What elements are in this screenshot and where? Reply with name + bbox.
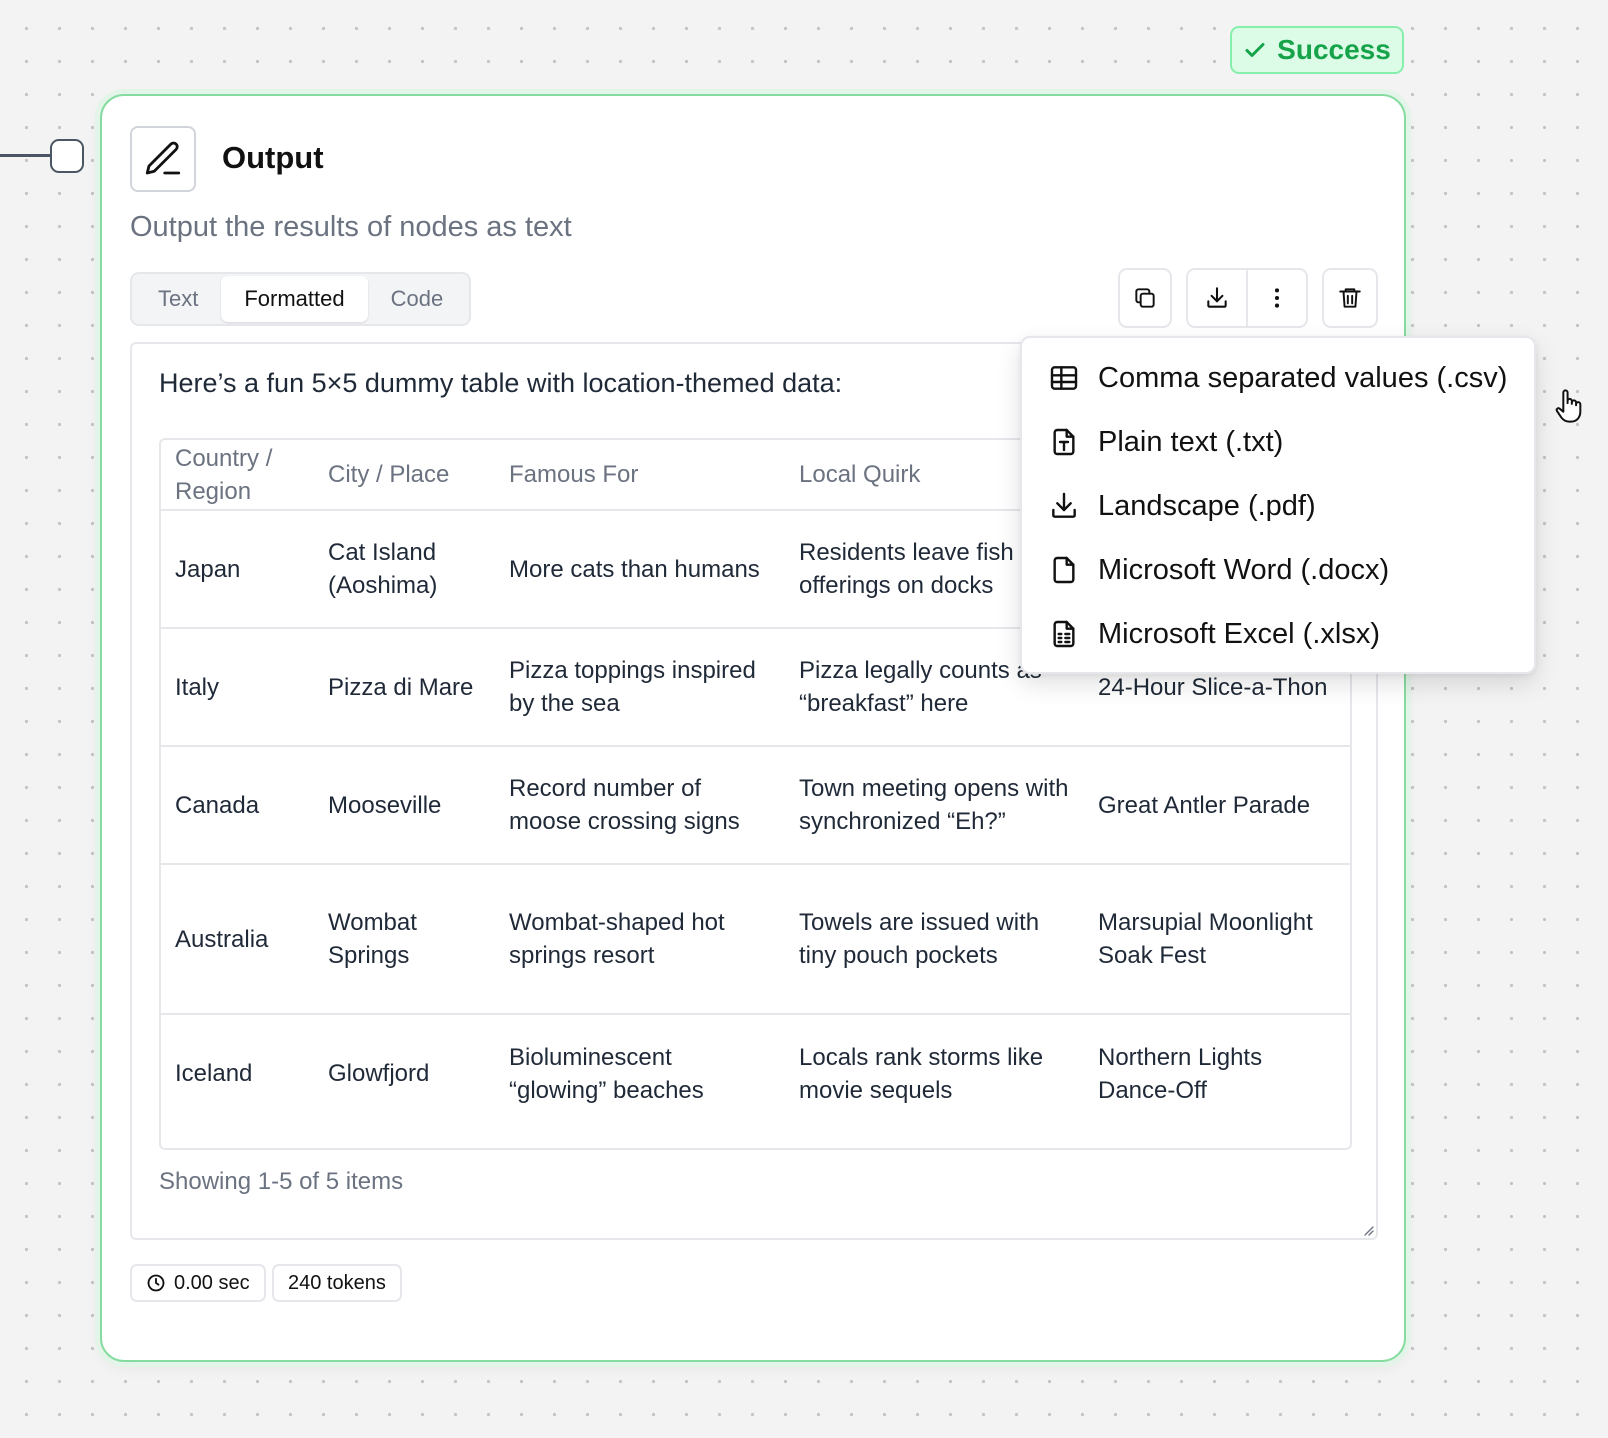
status-label: Success	[1277, 34, 1391, 65]
menu-item-docx[interactable]: Microsoft Word (.docx)	[1022, 538, 1534, 602]
table-cell: Iceland	[161, 1013, 314, 1132]
view-tabs: Text Formatted Code	[130, 272, 472, 326]
download-icon	[1207, 287, 1227, 308]
download-button[interactable]	[1188, 270, 1246, 326]
token-count: 240 tokens	[288, 1271, 386, 1294]
table-cell: Glowfjord	[314, 1013, 495, 1132]
tab-text[interactable]: Text	[135, 276, 221, 322]
execution-time: 0.00 sec	[174, 1271, 250, 1294]
trash-icon	[1339, 288, 1361, 308]
menu-item-txt[interactable]: Plain text (.txt)	[1022, 410, 1534, 474]
node-icon-box	[130, 126, 196, 192]
more-vertical-icon	[1274, 288, 1280, 308]
connection-edge	[0, 154, 52, 157]
table-cell: Pizza di Mare	[314, 627, 495, 746]
menu-item-label: Microsoft Word (.docx)	[1098, 553, 1390, 586]
menu-item-label: Comma separated values (.csv)	[1098, 361, 1508, 394]
copy-button[interactable]	[1118, 268, 1172, 328]
status-badge: Success	[1230, 26, 1404, 74]
column-header: Country / Region	[175, 444, 273, 505]
table-cell: Locals rank storms like movie sequels	[785, 1013, 1084, 1132]
table-cell: Wombat-shaped hot springs resort	[495, 863, 785, 1014]
table-cell: Italy	[161, 627, 314, 746]
menu-item-xlsx[interactable]: Microsoft Excel (.xlsx)	[1022, 602, 1534, 666]
clock-icon	[147, 1274, 165, 1292]
menu-item-pdf[interactable]: Landscape (.pdf)	[1022, 474, 1534, 538]
tab-formatted[interactable]: Formatted	[221, 276, 368, 322]
column-header: Famous For	[509, 461, 639, 488]
table-cell: Towels are issued with tiny pouch pocket…	[785, 863, 1084, 1014]
pagination-summary: Showing 1-5 of 5 items	[159, 1168, 404, 1195]
execution-time-badge: 0.00 sec	[130, 1264, 266, 1302]
menu-item-label: Microsoft Excel (.xlsx)	[1098, 617, 1380, 650]
copy-icon	[1135, 288, 1155, 308]
text-file-icon	[1053, 428, 1075, 456]
more-options-button[interactable]	[1246, 270, 1306, 326]
hand-cursor-icon	[1555, 389, 1582, 423]
file-icon	[1053, 556, 1075, 584]
table-cell: Marsupial Moonlight Soak Fest	[1084, 863, 1350, 1014]
table-cell: Record number of moose crossing signs	[495, 745, 785, 864]
table-cell: Northern Lights Dance-Off	[1084, 1013, 1350, 1132]
table-cell: Pizza toppings inspired by the sea	[495, 627, 785, 746]
table-cell: Mooseville	[314, 745, 495, 864]
table-cell: Canada	[161, 745, 314, 864]
table-cell: Town meeting opens with synchronized “Eh…	[785, 745, 1084, 864]
output-intro-text: Here’s a fun 5×5 dummy table with locati…	[159, 368, 843, 398]
pencil-icon	[145, 141, 181, 175]
tab-code[interactable]: Code	[368, 276, 467, 322]
menu-item-csv[interactable]: Comma separated values (.csv)	[1022, 346, 1534, 410]
table-cell: Great Antler Parade	[1084, 745, 1350, 864]
resize-handle-icon[interactable]	[1362, 1224, 1374, 1236]
menu-item-label: Plain text (.txt)	[1098, 425, 1284, 458]
download-icon	[1052, 492, 1076, 518]
input-handle[interactable]	[50, 139, 84, 173]
table-row: Iceland Glowfjord Bioluminescent “glowin…	[161, 1013, 1350, 1132]
check-icon	[1245, 43, 1265, 57]
table-cell: Cat Island (Aoshima)	[314, 509, 495, 628]
table-row: Canada Mooseville Record number of moose…	[161, 745, 1350, 864]
delete-button[interactable]	[1322, 268, 1378, 328]
table-cell: Japan	[161, 509, 314, 628]
table-icon	[1050, 366, 1078, 390]
table-cell: More cats than humans	[495, 509, 785, 628]
column-header: City / Place	[328, 461, 450, 488]
token-count-badge: 240 tokens	[272, 1264, 402, 1302]
menu-item-label: Landscape (.pdf)	[1098, 489, 1316, 522]
spreadsheet-file-icon	[1053, 620, 1075, 648]
output-node[interactable]: Output Output the results of nodes as te…	[100, 94, 1406, 1362]
table-cell: Australia	[161, 863, 314, 1014]
download-format-menu: Comma separated values (.csv) Plain text…	[1020, 336, 1536, 674]
download-button-group	[1186, 268, 1308, 328]
table-row: Australia Wombat Springs Wombat-shaped h…	[161, 863, 1350, 1014]
node-subtitle: Output the results of nodes as text	[130, 211, 572, 243]
table-cell: Bioluminescent “glowing” beaches	[495, 1013, 785, 1132]
table-cell: Wombat Springs	[314, 863, 495, 1014]
node-title: Output	[222, 140, 324, 175]
